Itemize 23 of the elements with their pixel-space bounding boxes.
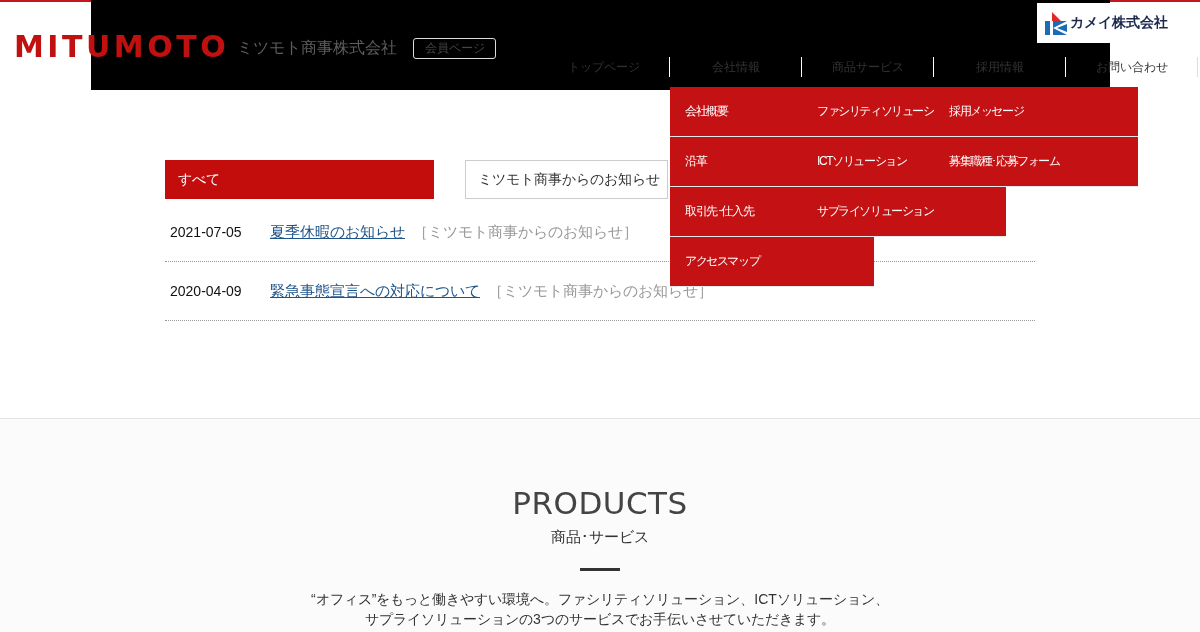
news-date: 2021-07-05 [170, 224, 243, 240]
dropdown-item[interactable]: ファシリティソリューシ [802, 87, 934, 137]
news-link[interactable]: 夏季休暇のお知らせ [270, 222, 405, 242]
heading-divider [580, 568, 620, 571]
dropdown-item[interactable]: 募集職種･応募フォーム [934, 137, 1138, 187]
news-date: 2020-04-09 [170, 283, 243, 299]
news-category: ［ミツモト商事からのお知らせ］ [413, 222, 638, 242]
dropdown-item[interactable]: 取引先･仕入先 [670, 187, 802, 237]
filter-tab[interactable]: すべて [165, 160, 434, 199]
filter-tab[interactable]: ミツモト商事からのお知らせ [465, 160, 668, 199]
news-link[interactable]: 緊急事態宣言への対応について [270, 281, 480, 301]
section-subheading: 商品･サービス [551, 527, 649, 547]
dropdown-item[interactable]: サプライソリューション [802, 187, 1006, 237]
dropdown-item[interactable]: アクセスマップ [670, 237, 874, 287]
logo-mark-icon [1045, 11, 1067, 35]
partner-name: カメイ株式会社 [1070, 14, 1168, 32]
section-description: “オフィス”をもっと働きやすい環境へ。ファシリティソリューション、ICTソリューション、サプライソリューションの3つのサービスでお手伝いさせていただきます。 [310, 590, 890, 629]
dropdown-item[interactable]: 採用メッセージ [934, 87, 1138, 137]
dropdown-item[interactable]: ICTソリューション [802, 137, 934, 187]
section-heading: PRODUCTS [512, 485, 688, 521]
dropdown-item[interactable]: 会社概要 [670, 87, 802, 137]
dropdown-item[interactable]: 沿革 [670, 137, 802, 187]
company-name: ミツモト商事株式会社 [237, 38, 398, 58]
